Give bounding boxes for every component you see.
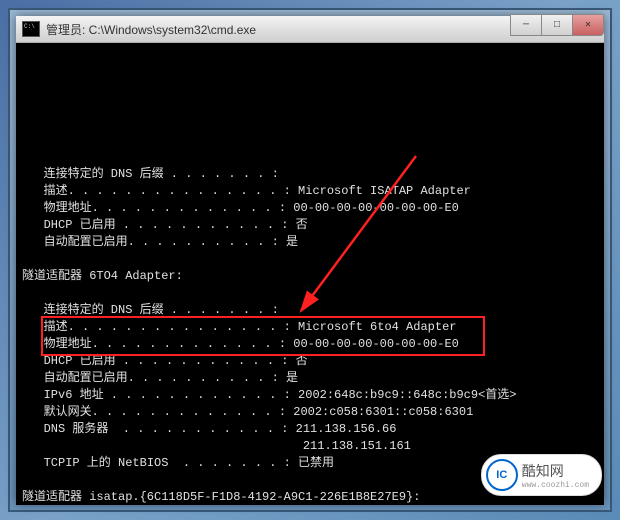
minimize-button[interactable]: ─ <box>510 14 542 36</box>
watermark-text: 酷知网 <box>522 463 564 479</box>
watermark-badge: IC 酷知网 www.coozhi.com <box>481 454 602 496</box>
cmd-window: 管理员: C:\Windows\system32\cmd.exe ─ □ ✕ 连… <box>16 16 604 504</box>
config-line: 描述. . . . . . . . . . . . . . . : Micros… <box>22 319 598 336</box>
config-line: 自动配置已启用. . . . . . . . . . : 是 <box>22 370 598 387</box>
window-controls: ─ □ ✕ <box>511 14 604 36</box>
config-line: IPv6 地址 . . . . . . . . . . . . : 2002:6… <box>22 387 598 404</box>
config-line: DNS 服务器 . . . . . . . . . . . : 211.138.… <box>22 421 598 438</box>
terminal-blank <box>22 285 598 302</box>
config-line: DHCP 已启用 . . . . . . . . . . . : 否 <box>22 353 598 370</box>
config-line: 物理地址. . . . . . . . . . . . . : 00-00-00… <box>22 200 598 217</box>
adapter-header: 隧道适配器 6TO4 Adapter: <box>22 268 598 285</box>
config-line: 物理地址. . . . . . . . . . . . . : 00-00-00… <box>22 336 598 353</box>
config-line: 描述. . . . . . . . . . . . . . . : Micros… <box>22 183 598 200</box>
cmd-icon <box>22 21 40 37</box>
config-line: 连接特定的 DNS 后缀 . . . . . . . : <box>22 302 598 319</box>
config-line: 默认网关. . . . . . . . . . . . . : 2002:c05… <box>22 404 598 421</box>
close-button[interactable]: ✕ <box>572 14 604 36</box>
config-line: 自动配置已启用. . . . . . . . . . : 是 <box>22 234 598 251</box>
terminal-blank <box>22 251 598 268</box>
config-line: 连接特定的 DNS 后缀 . . . . . . . : <box>22 166 598 183</box>
maximize-button[interactable]: □ <box>541 14 573 36</box>
titlebar[interactable]: 管理员: C:\Windows\system32\cmd.exe ─ □ ✕ <box>16 16 604 43</box>
config-line: 211.138.151.161 <box>22 438 598 455</box>
window-title: 管理员: C:\Windows\system32\cmd.exe <box>46 21 256 38</box>
screenshot-frame: 管理员: C:\Windows\system32\cmd.exe ─ □ ✕ 连… <box>8 8 612 512</box>
watermark-url: www.coozhi.com <box>522 481 589 490</box>
watermark-logo-icon: IC <box>486 459 518 491</box>
config-line: DHCP 已启用 . . . . . . . . . . . : 否 <box>22 217 598 234</box>
terminal-output[interactable]: 连接特定的 DNS 后缀 . . . . . . . : 描述. . . . .… <box>16 43 604 505</box>
